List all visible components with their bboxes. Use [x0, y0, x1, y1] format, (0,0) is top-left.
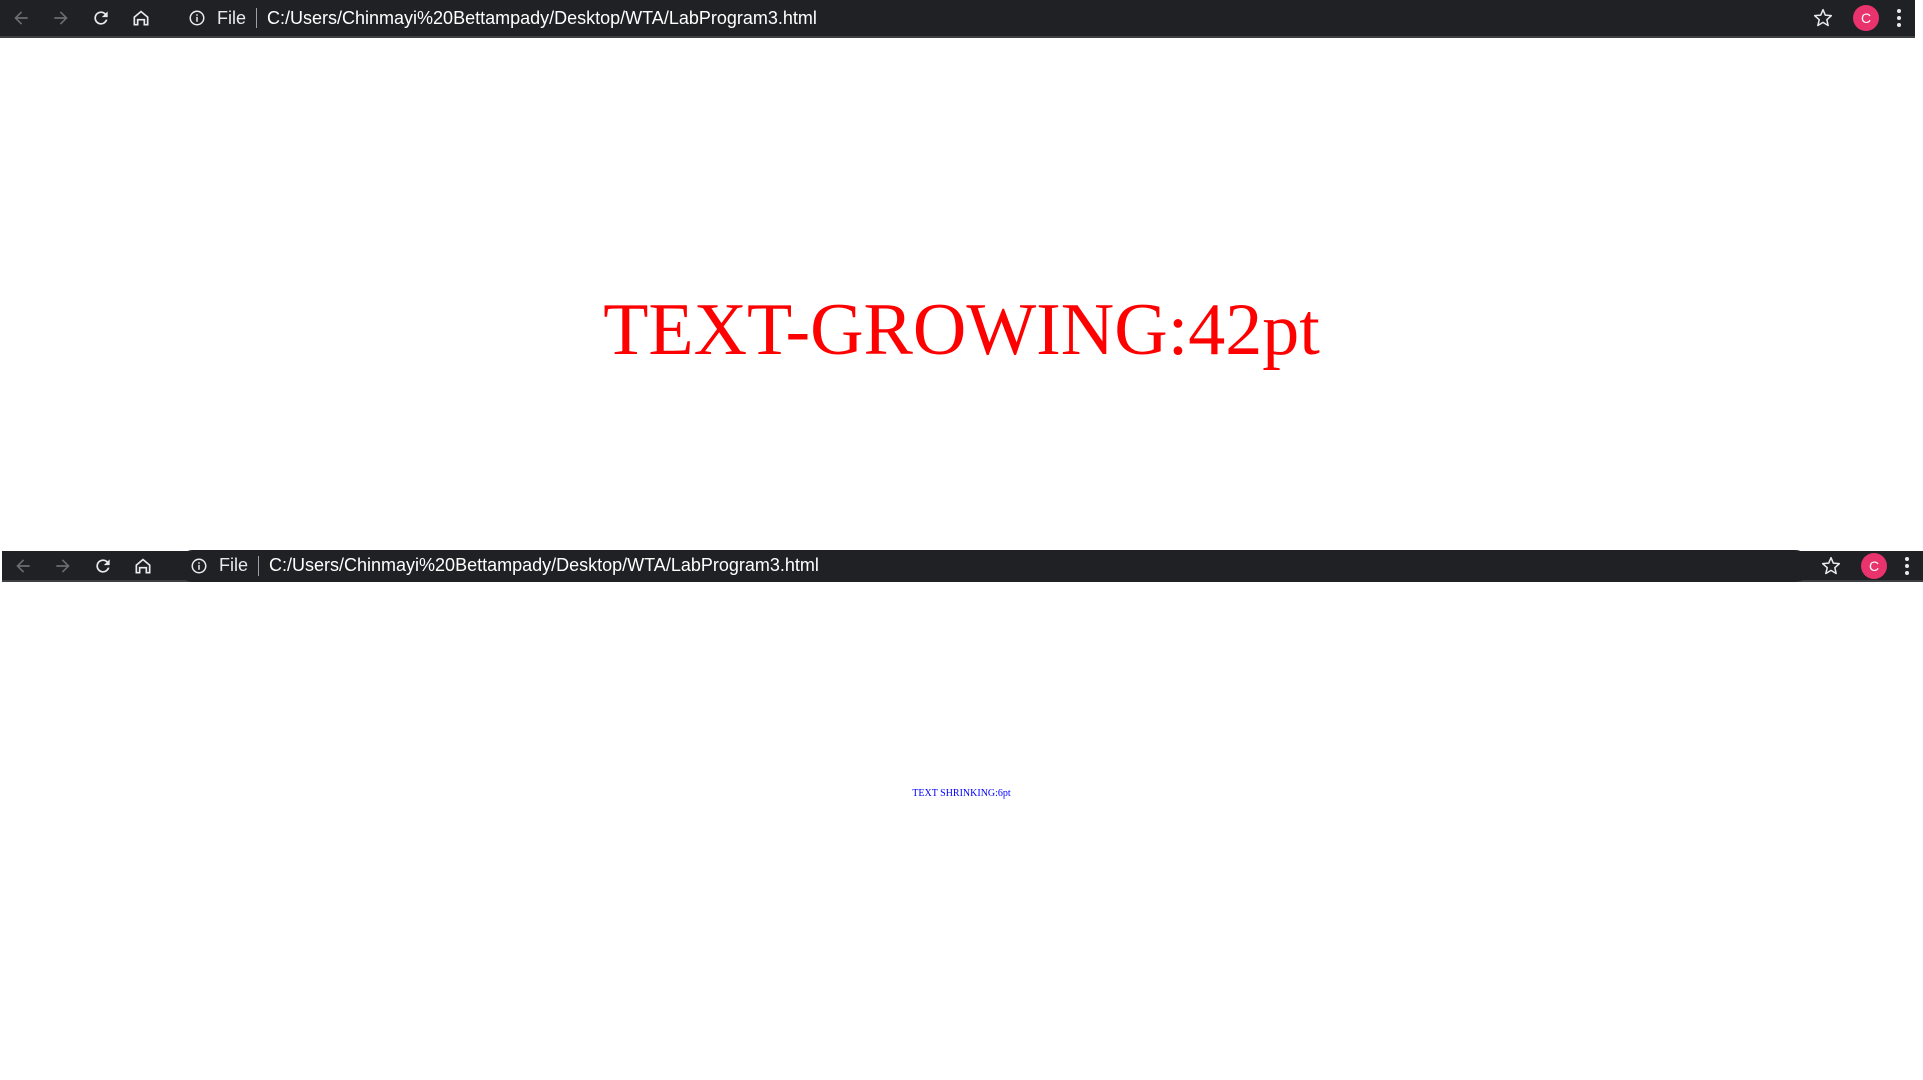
home-icon [133, 10, 149, 26]
forward-button[interactable] [43, 551, 83, 581]
reload-icon [96, 558, 110, 573]
profile-avatar[interactable]: C [1853, 5, 1879, 31]
url-text[interactable]: C:/Users/Chinmayi%20Bettampady/Desktop/W… [267, 8, 817, 29]
browser-toolbar: File C:/Users/Chinmayi%20Bettampady/Desk… [2, 549, 1923, 582]
home-button[interactable] [123, 551, 163, 581]
forward-arrow-icon [56, 558, 70, 573]
browser-window-top: File C:/Users/Chinmayi%20Bettampady/Desk… [0, 0, 1923, 551]
address-separator [256, 8, 258, 28]
bookmark-button[interactable] [1803, 3, 1843, 33]
back-button[interactable] [3, 551, 43, 581]
reload-icon [94, 11, 108, 25]
address-bar[interactable]: File C:/Users/Chinmayi%20Bettampady/Desk… [177, 549, 1811, 582]
address-separator [258, 555, 260, 576]
star-icon [1813, 8, 1833, 27]
profile-avatar[interactable]: C [1861, 552, 1887, 579]
url-text[interactable]: C:/Users/Chinmayi%20Bettampady/Desktop/W… [269, 555, 819, 576]
back-button[interactable] [1, 3, 41, 33]
shrinking-text: TEXT SHRINKING:6pt [912, 788, 1011, 799]
menu-button[interactable] [1897, 551, 1917, 581]
bookmark-button[interactable] [1811, 551, 1851, 581]
kebab-menu-icon [1905, 556, 1909, 575]
info-icon[interactable] [189, 556, 209, 576]
back-arrow-icon [14, 11, 28, 25]
toolbar-right-group: C [1811, 551, 1923, 581]
reload-button[interactable] [81, 3, 121, 33]
address-bar[interactable]: File C:/Users/Chinmayi%20Bettampady/Desk… [175, 2, 1803, 34]
reload-button[interactable] [83, 551, 123, 581]
browser-window-bottom: File C:/Users/Chinmayi%20Bettampady/Desk… [0, 549, 1923, 1080]
scheme-label: File [217, 7, 247, 28]
scheme-label: File [219, 555, 249, 575]
growing-text: TEXT-GROWING:42pt [603, 289, 1320, 371]
home-icon [135, 558, 151, 573]
browser-toolbar: File C:/Users/Chinmayi%20Bettampady/Desk… [0, 0, 1915, 38]
menu-button[interactable] [1889, 3, 1909, 33]
info-icon[interactable] [187, 8, 207, 28]
forward-arrow-icon [54, 11, 68, 25]
kebab-menu-icon [1897, 9, 1901, 27]
toolbar-right-group: C [1803, 3, 1915, 33]
star-icon [1821, 556, 1841, 574]
back-arrow-icon [16, 558, 30, 573]
home-button[interactable] [121, 3, 161, 33]
forward-button[interactable] [41, 3, 81, 33]
